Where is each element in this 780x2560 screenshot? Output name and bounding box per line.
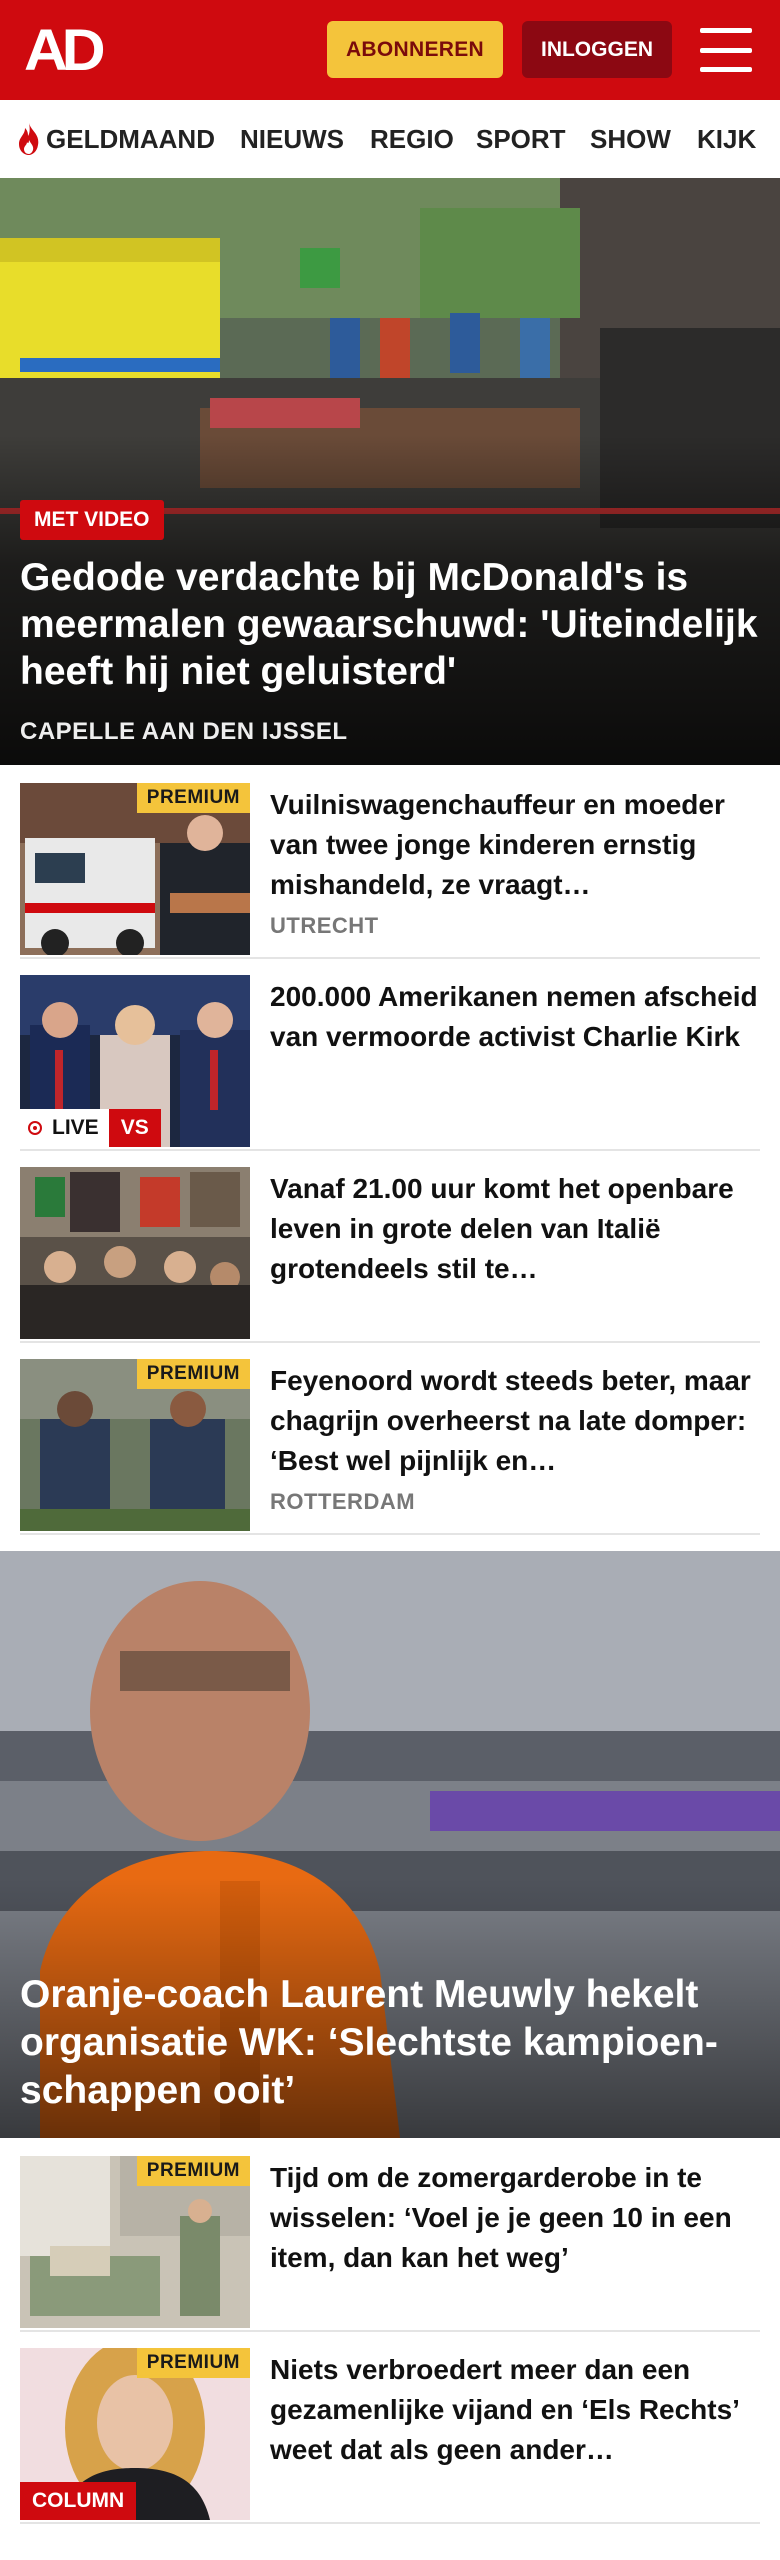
article-item[interactable]: Vanaf 21.00 uur komt het openbare leven …	[20, 1149, 760, 1343]
article-thumbnail: LIVE VS	[20, 975, 250, 1147]
article-location: ROTTERDAM	[270, 1489, 416, 1514]
article-item[interactable]: PREMIUM Tijd om de zomergarderobe in te …	[20, 2138, 760, 2332]
article-item[interactable]: PREMIUM Vuilniswagenchauffeur en moeder …	[20, 765, 760, 959]
vs-badge: VS	[108, 1109, 161, 1147]
nav-label-geldmaand: GELDMAAND	[46, 123, 215, 154]
article-title[interactable]: Vanaf 21.00 uur komt het openbare leven …	[270, 1169, 760, 1289]
live-label: LIVE	[52, 1116, 99, 1139]
article-thumbnail: PREMIUM	[20, 2156, 250, 2328]
article-item[interactable]: PREMIUM COLUMN Niets verbroedert meer da…	[20, 2330, 760, 2524]
nav-item-sport[interactable]: SPORT	[476, 100, 566, 178]
hamburger-menu-icon[interactable]	[700, 24, 752, 76]
article-item[interactable]: LIVE VS 200.000 Amerikanen nemen afschei…	[20, 957, 760, 1151]
flame-icon	[19, 123, 39, 155]
section-nav: GELDMAAND NIEUWS REGIO SPORT SHOW KIJK	[0, 100, 780, 179]
article-title[interactable]: Niets verbroedert meer dan een gezamenli…	[270, 2350, 760, 2470]
column-badge: COLUMN	[20, 2482, 137, 2520]
article-item[interactable]: PREMIUM Feyenoord wordt steeds beter, ma…	[20, 1341, 760, 1535]
hero-article[interactable]: AMBULANCE 17-1 MET VIDEO Gedode verdacht…	[0, 178, 780, 765]
article-title[interactable]: 200.000 Amerikanen nemen afscheid van ve…	[270, 977, 760, 1057]
ad-logo[interactable]: AD	[24, 22, 106, 80]
premium-badge: PREMIUM	[136, 783, 250, 813]
nav-item-regio[interactable]: REGIO	[370, 100, 454, 178]
feature-headline[interactable]: Oranje-coach Laurent Meuwly hekelt organ…	[20, 1971, 765, 2115]
live-indicator: LIVE VS	[20, 1109, 161, 1147]
article-thumbnail: PREMIUM COLUMN	[20, 2348, 250, 2520]
article-thumbnail	[20, 1167, 250, 1339]
premium-badge: PREMIUM	[136, 1359, 250, 1389]
article-location: UTRECHT	[270, 913, 379, 938]
article-title[interactable]: Tijd om de zomergarderobe in te wisselen…	[270, 2158, 760, 2278]
article-title[interactable]: Feyenoord wordt steeds beter, maar chagr…	[270, 1361, 760, 1481]
premium-badge: PREMIUM	[136, 2348, 250, 2378]
subscribe-button[interactable]: ABONNEREN	[327, 21, 503, 78]
hero-headline[interactable]: Gedode verdachte bij McDonald's is meerm…	[20, 554, 760, 695]
article-title[interactable]: Vuilniswagenchauffeur en moeder van twee…	[270, 785, 760, 905]
nav-item-kijk[interactable]: KIJK	[697, 100, 756, 178]
video-badge: MET VIDEO	[20, 500, 164, 540]
article-thumbnail: PREMIUM	[20, 1359, 250, 1531]
nav-item-geldmaand[interactable]: GELDMAAND	[16, 100, 215, 178]
login-button[interactable]: INLOGGEN	[522, 21, 672, 78]
article-thumbnail: PREMIUM	[20, 783, 250, 955]
nav-item-nieuws[interactable]: NIEUWS	[240, 100, 344, 178]
top-header: AD ABONNEREN INLOGGEN	[0, 0, 780, 100]
nav-item-show[interactable]: SHOW	[590, 100, 671, 178]
feature-article[interactable]: Oranje-coach Laurent Meuwly hekelt organ…	[0, 1551, 780, 2138]
live-dot-icon	[28, 1121, 42, 1135]
hero-location: CAPELLE AAN DEN IJSSEL	[20, 718, 348, 745]
premium-badge: PREMIUM	[136, 2156, 250, 2186]
